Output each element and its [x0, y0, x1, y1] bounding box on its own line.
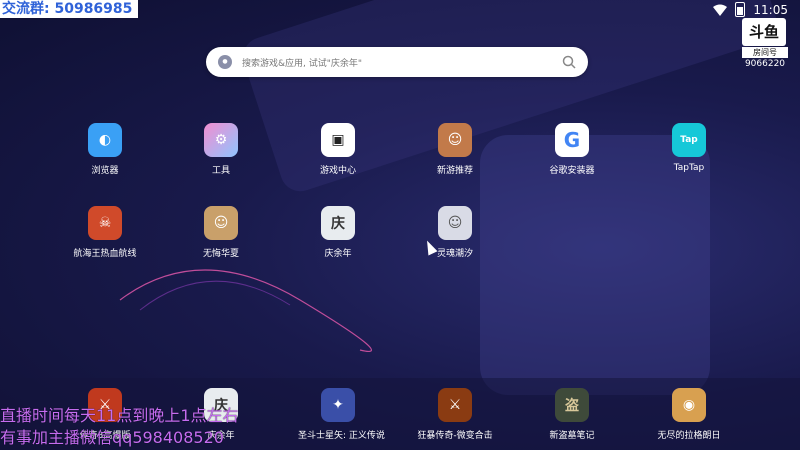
group-overlay: 交流群: 50986985: [0, 0, 139, 18]
douyu-logo: 斗鱼: [742, 18, 786, 46]
room-label: 房间号: [742, 47, 788, 58]
app-label: 圣斗士星矢: 正义传说: [298, 431, 385, 441]
app-browser[interactable]: ◐ 浏览器: [65, 123, 145, 176]
tools-icon: ⚙: [204, 123, 238, 157]
qingyunian-icon: 庆: [321, 206, 355, 240]
kuangbao-icon: ⚔: [438, 388, 472, 422]
onepiece-icon: ☠: [88, 206, 122, 240]
daomu-icon: 盗: [555, 388, 589, 422]
taptap-icon: Tap: [672, 123, 706, 157]
app-label: TapTap: [673, 163, 705, 173]
app-label: 无尽的拉格朗日: [657, 431, 721, 441]
stream-schedule-note: 直播时间每天11点到晚上1点左右: [0, 406, 239, 425]
search-input[interactable]: 搜索游戏&应用, 试试"庆余年": [242, 56, 562, 69]
google-icon: G: [555, 123, 589, 157]
status-bar: 11:05: [713, 2, 788, 17]
lagrange-icon: ◉: [672, 388, 706, 422]
clock: 11:05: [753, 2, 788, 17]
saint-icon: ✦: [321, 388, 355, 422]
app-tools[interactable]: ⚙ 工具: [181, 123, 261, 176]
dock-app-kuangbao[interactable]: ⚔ 狂暴传奇-微变合击: [415, 388, 495, 441]
app-label: 浏览器: [91, 166, 119, 176]
wifi-icon: [713, 4, 728, 16]
app-wuhui[interactable]: ☺ 无悔华夏: [181, 206, 261, 259]
app-label: 谷歌安装器: [549, 166, 595, 176]
wuhui-icon: ☺: [204, 206, 238, 240]
contact-note: 有事加主播微信qq598408520: [0, 428, 224, 447]
search-icon[interactable]: [562, 55, 576, 69]
app-label: 新游推荐: [436, 166, 473, 176]
linghun-icon: ☺: [438, 206, 472, 240]
app-google-installer[interactable]: G 谷歌安装器: [532, 123, 612, 176]
room-badge: 斗鱼 房间号 9066220: [742, 18, 788, 69]
app-new-games[interactable]: ☺ 新游推荐: [415, 123, 495, 176]
dock-app-daomu[interactable]: 盗 新盗墓笔记: [532, 388, 612, 441]
search-bar[interactable]: ● 搜索游戏&应用, 试试"庆余年": [206, 47, 588, 77]
app-label: 游戏中心: [319, 166, 356, 176]
app-taptap[interactable]: Tap TapTap: [649, 123, 729, 173]
app-label: 狂暴传奇-微变合击: [417, 431, 493, 441]
app-label: 航海王热血航线: [73, 249, 137, 259]
app-label: 工具: [211, 166, 230, 176]
app-onepiece[interactable]: ☠ 航海王热血航线: [65, 206, 145, 259]
app-label: 庆余年: [324, 249, 352, 259]
app-label: 新盗墓笔记: [549, 431, 595, 441]
browser-icon: ◐: [88, 123, 122, 157]
dock-app-lagrange[interactable]: ◉ 无尽的拉格朗日: [649, 388, 729, 441]
battery-icon: [735, 2, 746, 17]
gamepad-icon: ▣: [321, 123, 355, 157]
app-qingyunian[interactable]: 庆 庆余年: [298, 206, 378, 259]
app-label: 无悔华夏: [202, 249, 239, 259]
new-games-icon: ☺: [438, 123, 472, 157]
search-logo-icon: ●: [218, 55, 232, 69]
app-game-center[interactable]: ▣ 游戏中心: [298, 123, 378, 176]
dock-app-saint[interactable]: ✦ 圣斗士星矢: 正义传说: [298, 388, 385, 441]
room-number: 9066220: [744, 59, 786, 69]
